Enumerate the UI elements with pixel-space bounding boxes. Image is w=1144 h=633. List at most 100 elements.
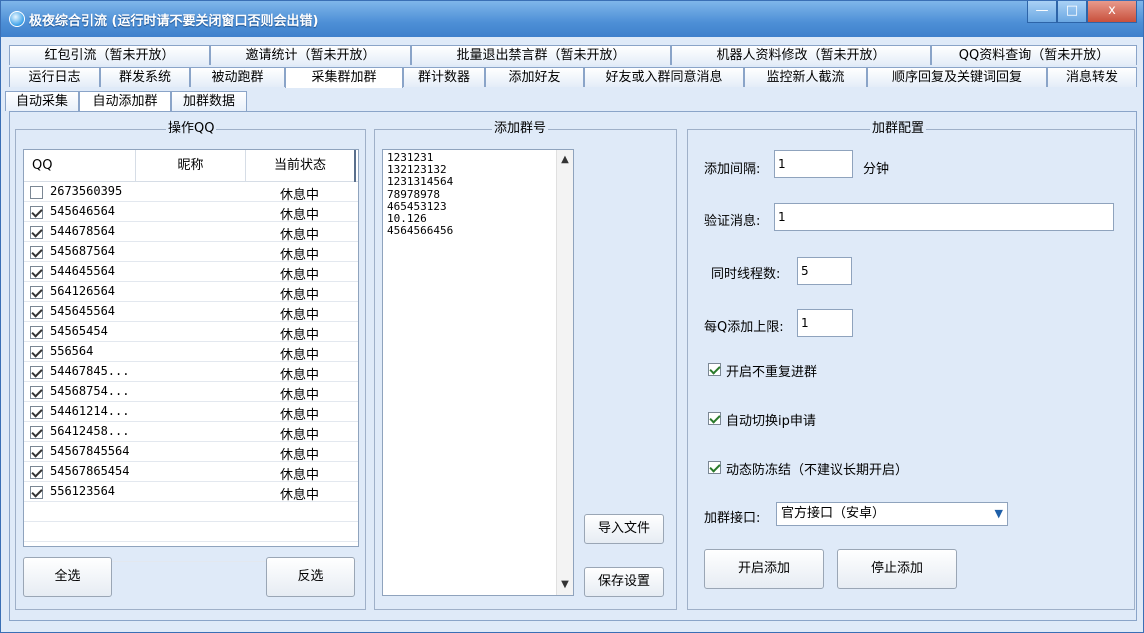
row-checkbox[interactable] (30, 266, 43, 279)
start-add-button[interactable]: 开启添加 (704, 549, 824, 589)
scroll-up-icon[interactable]: ▲ (558, 152, 572, 168)
row-status: 休息中 (280, 308, 320, 323)
window-title: 极夜综合引流 (运行时请不要关闭窗口否则会出错) (29, 14, 319, 29)
scroll-down-icon[interactable]: ▼ (558, 577, 572, 593)
interval-input[interactable]: 1 (774, 150, 853, 178)
subtab-group-data[interactable]: 加群数据 (171, 91, 247, 111)
table-row[interactable]: 54461214... 休息中 (24, 402, 358, 423)
table-row[interactable] (24, 522, 358, 542)
qq-account-list[interactable]: QQ 昵称 当前状态 2673560395 休息中 545646564 休息中 5446… (23, 149, 359, 562)
interface-select[interactable]: 官方接口（安卓） ▼ (776, 502, 1008, 526)
tab-friend-accept[interactable]: 好友或入群同意消息 (584, 67, 744, 87)
table-row[interactable]: 54567865454 休息中 (24, 462, 358, 483)
table-row[interactable] (24, 502, 358, 522)
tab-add-friend[interactable]: 添加好友 (485, 67, 584, 87)
switch-ip-checkbox[interactable] (708, 412, 721, 425)
row-checkbox[interactable] (30, 426, 43, 439)
anti-freeze-label[interactable]: 动态防冻结（不建议长期开启） (726, 459, 908, 478)
row-status: 休息中 (280, 228, 320, 243)
column-status[interactable]: 当前状态 (246, 150, 356, 182)
row-checkbox[interactable] (30, 446, 43, 459)
tab-batch-quit[interactable]: 批量退出禁言群（暂未开放） (411, 45, 671, 65)
row-checkbox[interactable] (30, 406, 43, 419)
row-status: 休息中 (280, 408, 320, 423)
row-status: 休息中 (280, 188, 320, 203)
maximize-button[interactable]: □ (1057, 1, 1087, 23)
table-row[interactable]: 2673560395 休息中 (24, 182, 358, 203)
invert-select-button[interactable]: 反选 (266, 557, 355, 597)
title-bar[interactable]: 极夜综合引流 (运行时请不要关闭窗口否则会出错) — □ x (1, 1, 1143, 37)
row-status: 休息中 (280, 248, 320, 263)
interval-unit: 分钟 (863, 162, 890, 177)
no-repeat-label[interactable]: 开启不重复进群 (726, 361, 817, 380)
row-status: 休息中 (280, 488, 320, 503)
select-all-button[interactable]: 全选 (23, 557, 112, 597)
tab-broadcast[interactable]: 群发系统 (100, 67, 190, 87)
tab-collect-join[interactable]: 采集群加群 (285, 67, 403, 88)
table-row[interactable]: 545646564 休息中 (24, 202, 358, 223)
tab-qq-lookup[interactable]: QQ资料查询（暂未开放） (931, 45, 1137, 65)
row-checkbox[interactable] (30, 306, 43, 319)
verify-msg-input[interactable]: 1 (774, 203, 1114, 231)
tab-run-log[interactable]: 运行日志 (9, 67, 100, 87)
row-status: 休息中 (280, 368, 320, 383)
table-row[interactable]: 544645564 休息中 (24, 262, 358, 283)
tab-group-counter[interactable]: 群计数器 (403, 67, 485, 87)
row-checkbox[interactable] (30, 246, 43, 259)
threads-label: 同时线程数: (711, 267, 781, 282)
table-row[interactable]: 54467845... 休息中 (24, 362, 358, 383)
row-qq: 56412458... (50, 424, 130, 438)
row-checkbox[interactable] (30, 466, 43, 479)
row-checkbox[interactable] (30, 206, 43, 219)
tab-monitor-new[interactable]: 监控新人截流 (744, 67, 867, 87)
switch-ip-label[interactable]: 自动切换ip申请 (726, 410, 816, 429)
column-qq[interactable]: QQ (24, 150, 136, 182)
tab-invite-stats[interactable]: 邀请统计（暂未开放） (210, 45, 411, 65)
stop-add-button[interactable]: 停止添加 (837, 549, 957, 589)
subtab-auto-collect[interactable]: 自动采集 (5, 91, 79, 111)
per-qq-limit-input[interactable]: 1 (797, 309, 853, 337)
table-row[interactable]: 564126564 休息中 (24, 282, 358, 303)
tab-red-packet[interactable]: 红包引流（暂未开放） (9, 45, 210, 65)
table-row[interactable]: 56412458... 休息中 (24, 422, 358, 443)
chevron-down-icon[interactable]: ▼ (995, 503, 1003, 525)
minimize-button[interactable]: — (1027, 1, 1057, 23)
row-checkbox[interactable] (30, 346, 43, 359)
table-row[interactable]: 54567845564 休息中 (24, 442, 358, 463)
no-repeat-checkbox[interactable] (708, 363, 721, 376)
table-row[interactable]: 544678564 休息中 (24, 222, 358, 243)
row-checkbox[interactable] (30, 226, 43, 239)
row-qq: 54461214... (50, 404, 130, 418)
interval-label: 添加间隔: (704, 162, 761, 177)
import-file-button[interactable]: 导入文件 (584, 514, 664, 544)
close-button[interactable]: x (1087, 1, 1137, 23)
textarea-scrollbar[interactable]: ▲ ▼ (556, 150, 573, 595)
row-checkbox[interactable] (30, 486, 43, 499)
save-settings-button[interactable]: 保存设置 (584, 567, 664, 597)
row-qq: 54565454 (50, 324, 108, 338)
table-row[interactable]: 556564 休息中 (24, 342, 358, 363)
table-row[interactable]: 545645564 休息中 (24, 302, 358, 323)
table-row[interactable]: 54568754... 休息中 (24, 382, 358, 403)
table-row[interactable]: 54565454 休息中 (24, 322, 358, 343)
tab-auto-reply[interactable]: 顺序回复及关键词回复 (867, 67, 1047, 87)
subtab-auto-add-group[interactable]: 自动添加群 (79, 91, 171, 112)
row-qq: 556123564 (50, 484, 116, 498)
tab-passive-run[interactable]: 被动跑群 (190, 67, 285, 87)
anti-freeze-checkbox[interactable] (708, 461, 721, 474)
group-numbers-textarea[interactable]: 1231231 132123132 1231314564 78978978 46… (382, 149, 574, 596)
row-checkbox[interactable] (30, 366, 43, 379)
tab-robot-profile[interactable]: 机器人资料修改（暂未开放） (671, 45, 931, 65)
threads-input[interactable]: 5 (797, 257, 852, 285)
row-checkbox[interactable] (30, 186, 43, 199)
table-row[interactable]: 556123564 休息中 (24, 482, 358, 503)
row-checkbox[interactable] (30, 326, 43, 339)
column-nickname[interactable]: 昵称 (136, 150, 246, 182)
row-qq: 564126564 (50, 284, 116, 298)
tab-msg-forward[interactable]: 消息转发 (1047, 67, 1137, 87)
join-config-title: 加群配置 (870, 121, 927, 137)
row-checkbox[interactable] (30, 286, 43, 299)
row-checkbox[interactable] (30, 386, 43, 399)
main-window: 极夜综合引流 (运行时请不要关闭窗口否则会出错) — □ x 红包引流（暂未开放… (0, 0, 1144, 633)
table-row[interactable]: 545687564 休息中 (24, 242, 358, 263)
